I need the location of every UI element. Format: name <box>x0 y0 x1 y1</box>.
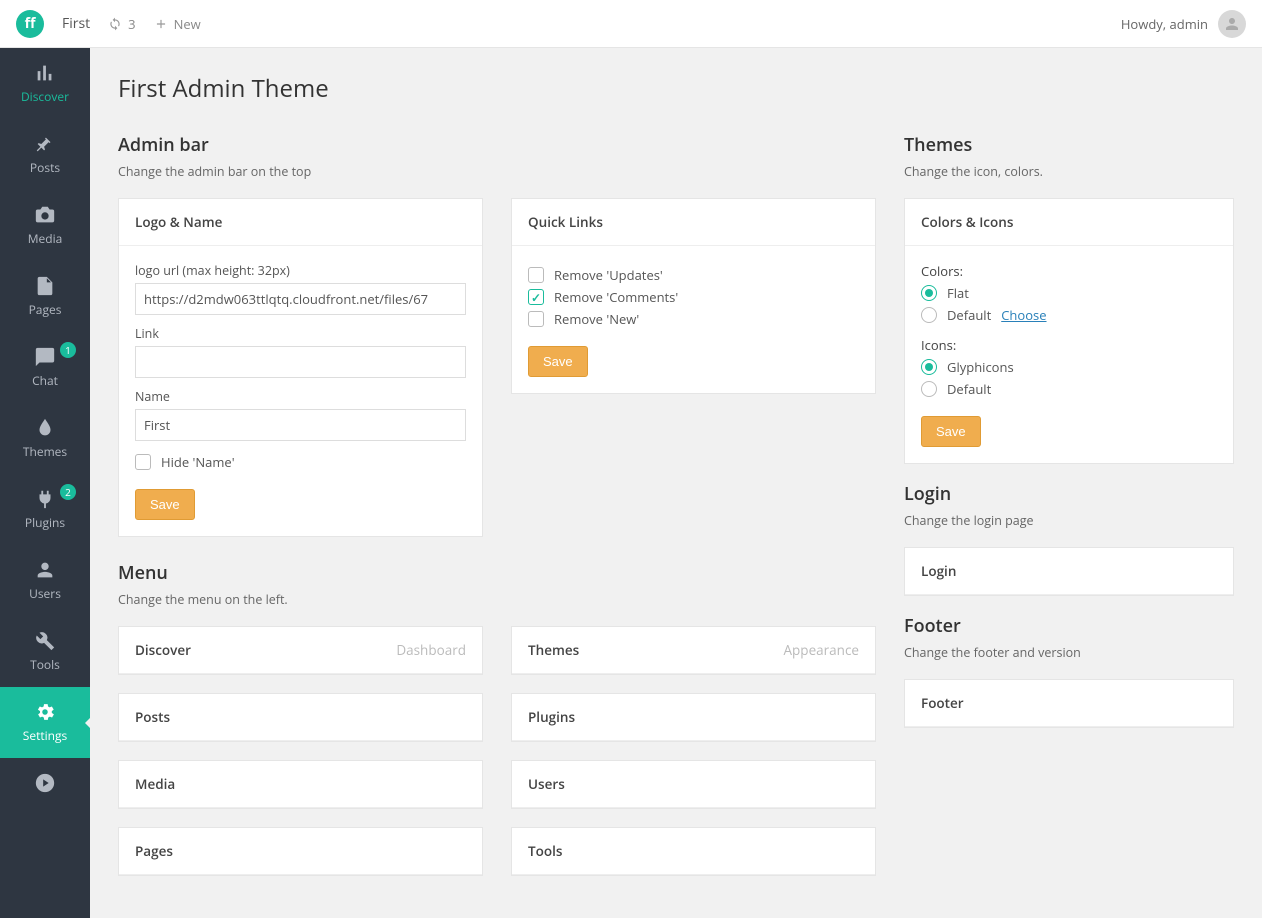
colors-flat-radio[interactable] <box>921 285 937 301</box>
logo[interactable]: ff <box>16 10 44 38</box>
pin-icon <box>34 133 56 155</box>
login-panel[interactable]: Login <box>904 547 1234 596</box>
refresh-icon <box>108 17 122 31</box>
camera-icon <box>34 204 56 226</box>
remove-comments-checkbox[interactable] <box>528 289 544 305</box>
icons-label: Icons: <box>921 336 1217 354</box>
chat-badge: 1 <box>60 342 76 358</box>
colors-label: Colors: <box>921 262 1217 280</box>
new-label: New <box>174 15 201 33</box>
active-arrow <box>85 717 91 729</box>
main-content: First Admin Theme Admin bar Change the a… <box>90 48 1262 918</box>
page-icon <box>34 275 56 297</box>
footer-desc: Change the footer and version <box>904 644 1234 661</box>
plus-icon <box>154 17 168 31</box>
menu-heading: Menu <box>118 561 876 585</box>
link-label: Link <box>135 325 466 342</box>
login-heading: Login <box>904 482 1234 506</box>
page-title: First Admin Theme <box>118 72 1234 105</box>
menu-item-panel[interactable]: Users <box>511 760 876 809</box>
drop-icon <box>34 417 56 439</box>
new-link[interactable]: New <box>154 15 201 33</box>
avatar[interactable] <box>1218 10 1246 38</box>
sidebar-item-tools[interactable]: Tools <box>0 616 90 687</box>
menu-item-panel[interactable]: DiscoverDashboard <box>118 626 483 675</box>
save-button[interactable]: Save <box>135 489 195 520</box>
save-button[interactable]: Save <box>921 416 981 447</box>
user-icon <box>34 559 56 581</box>
menu-item-panel[interactable]: ThemesAppearance <box>511 626 876 675</box>
chart-icon <box>34 62 56 84</box>
sidebar-item-settings[interactable]: Settings <box>0 687 90 758</box>
footer-panel[interactable]: Footer <box>904 679 1234 728</box>
remove-new-checkbox[interactable] <box>528 311 544 327</box>
updates-count: 3 <box>128 15 135 33</box>
greeting[interactable]: Howdy, admin <box>1121 15 1208 33</box>
themes-desc: Change the icon, colors. <box>904 163 1234 180</box>
chat-icon <box>34 346 56 368</box>
colors-default-radio[interactable] <box>921 307 937 323</box>
sidebar: Discover Posts Media Pages Chat 1 Themes… <box>0 48 90 918</box>
name-label: Name <box>135 388 466 405</box>
remove-updates-checkbox[interactable] <box>528 267 544 283</box>
name-input[interactable] <box>135 409 466 441</box>
sidebar-item-themes[interactable]: Themes <box>0 403 90 474</box>
topbar: ff First 3 New Howdy, admin <box>0 0 1262 48</box>
menu-item-panel[interactable]: Pages <box>118 827 483 876</box>
gear-icon <box>34 701 56 723</box>
menu-item-panel[interactable]: Plugins <box>511 693 876 742</box>
plug-icon <box>34 488 56 510</box>
menu-item-panel[interactable]: Tools <box>511 827 876 876</box>
sidebar-item-pages[interactable]: Pages <box>0 261 90 332</box>
plugins-badge: 2 <box>60 484 76 500</box>
icons-glyphicons-radio[interactable] <box>921 359 937 375</box>
logo-url-label: logo url (max height: 32px) <box>135 262 466 279</box>
icons-default-radio[interactable] <box>921 381 937 397</box>
sidebar-item-plugins[interactable]: Plugins 2 <box>0 474 90 545</box>
login-desc: Change the login page <box>904 512 1234 529</box>
menu-item-panel[interactable]: Media <box>118 760 483 809</box>
menu-desc: Change the menu on the left. <box>118 591 876 608</box>
panel-head: Logo & Name <box>119 199 482 246</box>
sidebar-item-users[interactable]: Users <box>0 545 90 616</box>
hide-name-label: Hide 'Name' <box>161 453 235 471</box>
updates-link[interactable]: 3 <box>108 15 135 33</box>
sidebar-item-media[interactable]: Media <box>0 190 90 261</box>
panel-head: Quick Links <box>512 199 875 246</box>
link-input[interactable] <box>135 346 466 378</box>
sidebar-item-chat[interactable]: Chat 1 <box>0 332 90 403</box>
menu-item-panel[interactable]: Posts <box>118 693 483 742</box>
user-icon <box>1223 15 1241 33</box>
sidebar-item-collapse[interactable] <box>0 758 90 808</box>
save-button[interactable]: Save <box>528 346 588 377</box>
quicklinks-panel: Quick Links Remove 'Updates' Remove 'Com… <box>511 198 876 394</box>
adminbar-heading: Admin bar <box>118 133 876 157</box>
hide-name-checkbox[interactable] <box>135 454 151 470</box>
footer-heading: Footer <box>904 614 1234 638</box>
logo-name-panel: Logo & Name logo url (max height: 32px) … <box>118 198 483 537</box>
sidebar-item-discover[interactable]: Discover <box>0 48 90 119</box>
wrench-icon <box>34 630 56 652</box>
sidebar-item-posts[interactable]: Posts <box>0 119 90 190</box>
site-name[interactable]: First <box>62 14 90 33</box>
circle-play-icon <box>34 772 56 794</box>
adminbar-desc: Change the admin bar on the top <box>118 163 876 180</box>
themes-heading: Themes <box>904 133 1234 157</box>
logo-url-input[interactable] <box>135 283 466 315</box>
choose-link[interactable]: Choose <box>1001 306 1046 324</box>
colors-icons-panel: Colors & Icons Colors: Flat Default Choo… <box>904 198 1234 464</box>
